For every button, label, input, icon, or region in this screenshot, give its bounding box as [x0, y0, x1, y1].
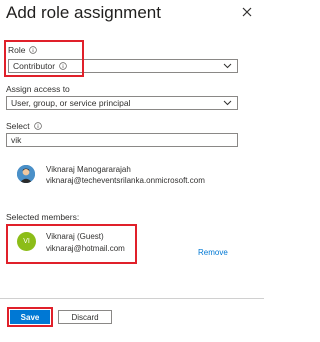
result-email: viknaraj@techeventsrilanka.onmicrosoft.c…	[46, 176, 205, 185]
result-name: Viknaraj Manogararajah	[46, 165, 131, 174]
footer-divider	[0, 298, 264, 299]
role-dropdown[interactable]: Contributor	[8, 59, 238, 73]
assign-access-value: User, group, or service principal	[11, 98, 131, 108]
chevron-down-icon	[223, 100, 232, 106]
selected-members-label: Selected members:	[6, 212, 80, 222]
discard-button[interactable]: Discard	[58, 310, 112, 324]
role-label: Role	[8, 45, 38, 55]
assign-access-label: Assign access to	[6, 84, 70, 94]
info-icon	[33, 122, 42, 130]
select-label-text: Select	[6, 121, 30, 131]
info-icon	[59, 62, 67, 70]
add-role-assignment-panel: Add role assignment Role Contributor Ass…	[0, 0, 264, 342]
save-button[interactable]: Save	[10, 310, 50, 324]
member-avatar: VI	[17, 232, 36, 251]
search-result-item[interactable]: Viknaraj Manogararajah viknaraj@techeven…	[6, 162, 256, 194]
close-icon[interactable]	[240, 5, 254, 19]
selected-member-item: VI Viknaraj (Guest) viknaraj@hotmail.com…	[6, 222, 256, 268]
user-photo-avatar	[17, 165, 35, 183]
assign-access-dropdown[interactable]: User, group, or service principal	[6, 96, 238, 110]
role-value: Contributor	[13, 61, 67, 71]
member-email: viknaraj@hotmail.com	[46, 244, 125, 253]
select-search-input[interactable]	[6, 133, 238, 147]
select-label: Select	[6, 121, 42, 131]
role-value-text: Contributor	[13, 61, 56, 71]
panel-title: Add role assignment	[6, 3, 161, 22]
remove-member-link[interactable]: Remove	[198, 248, 228, 257]
chevron-down-icon	[223, 63, 232, 69]
member-name: Viknaraj (Guest)	[46, 232, 104, 241]
info-icon	[29, 46, 38, 54]
role-label-text: Role	[8, 45, 26, 55]
